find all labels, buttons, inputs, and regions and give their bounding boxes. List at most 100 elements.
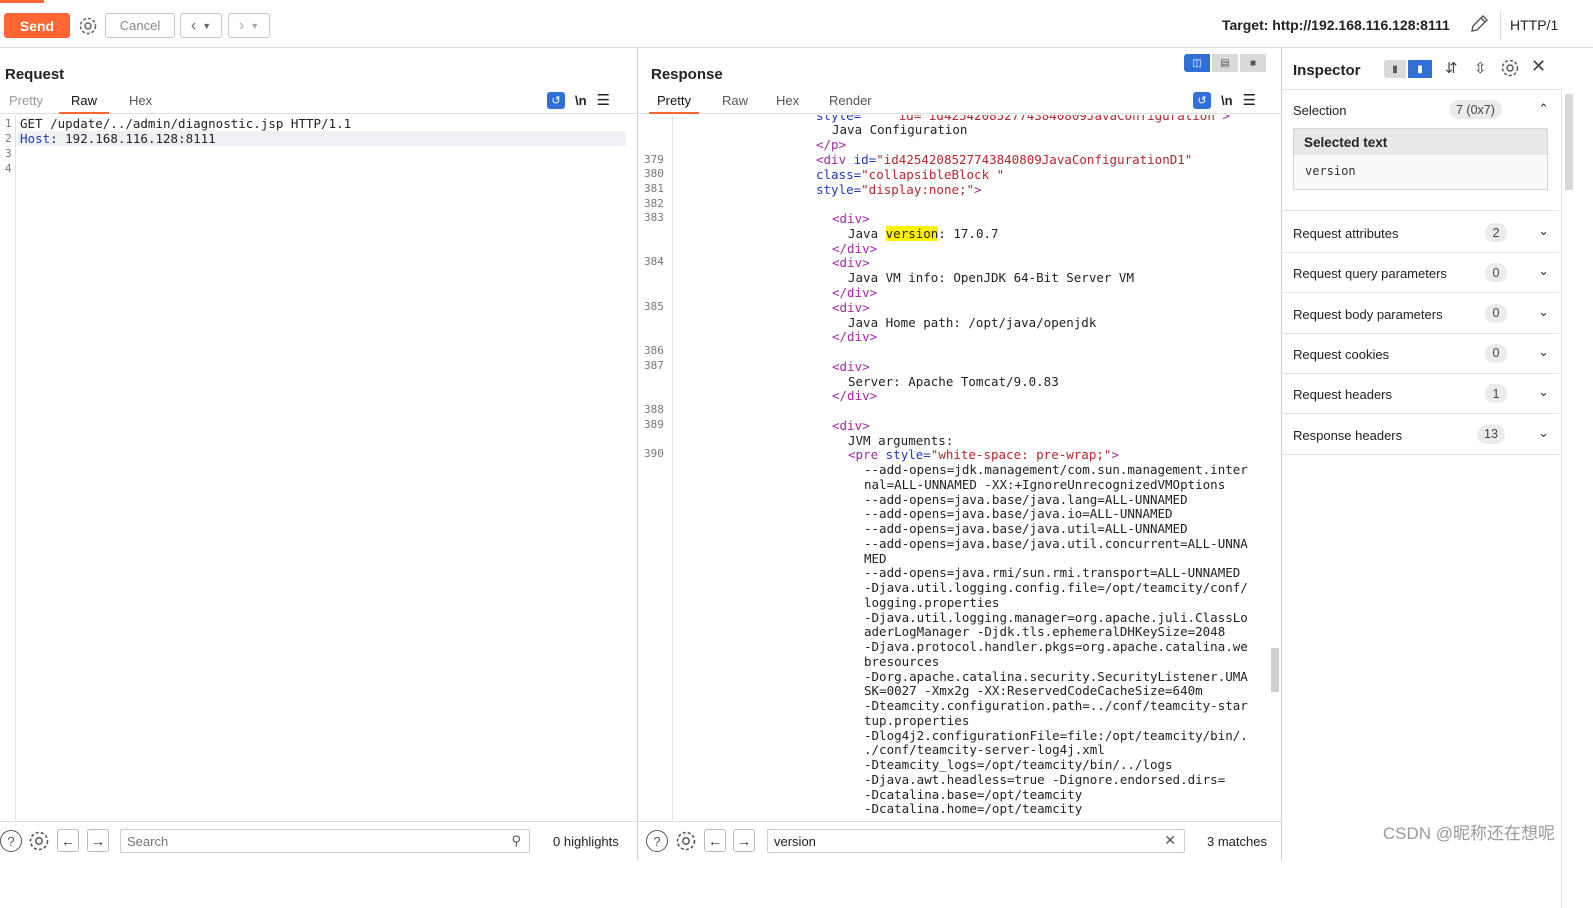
chevron-up-icon[interactable]: ⌃ xyxy=(1538,101,1549,117)
response-search-field[interactable]: ✕ xyxy=(767,829,1185,853)
code-line: --add-opens=java.base/java.util=ALL-UNNA… xyxy=(864,521,1188,536)
chevron-down-icon[interactable]: ⌄ xyxy=(1538,425,1549,441)
help-icon[interactable]: ? xyxy=(0,830,22,852)
section-count-badge: 13 xyxy=(1477,425,1505,444)
clear-search-icon[interactable]: ✕ xyxy=(1164,832,1176,849)
tab-response-pretty[interactable]: Pretty xyxy=(649,93,699,114)
request-search-input[interactable] xyxy=(121,830,529,852)
layout-left-icon[interactable]: ▮ xyxy=(1384,60,1406,78)
search-settings-gear-icon[interactable] xyxy=(674,829,698,853)
inspector-scrollbar-thumb[interactable] xyxy=(1565,94,1573,190)
response-search-bar: ? ← → ✕ 3 matches xyxy=(639,821,1281,860)
watermark: CSDN @昵称还在想呢 xyxy=(1383,819,1555,844)
inspector-section-row[interactable]: Request attributes2⌄ xyxy=(1283,213,1559,253)
matches-count: 3 matches xyxy=(1207,834,1267,849)
section-label: Request cookies xyxy=(1293,347,1389,362)
forward-history-button[interactable]: › ▼ xyxy=(228,13,270,38)
line-number: 383 xyxy=(644,211,664,224)
code-line: ./conf/teamcity-server-log4j.xml xyxy=(864,742,1105,757)
code-line: bresources xyxy=(864,654,939,669)
previous-match-arrow-icon[interactable]: ← xyxy=(704,829,726,852)
help-icon[interactable]: ? xyxy=(646,830,668,852)
line-number: 380 xyxy=(644,167,664,180)
code-line: <div> xyxy=(832,418,870,433)
chevron-down-icon[interactable]: ⌄ xyxy=(1538,263,1549,279)
selection-label[interactable]: Selection xyxy=(1293,103,1346,118)
selected-text-box: Selected text version xyxy=(1293,128,1548,190)
layout-right-icon[interactable]: ▮ xyxy=(1408,60,1432,78)
tab-response-hex[interactable]: Hex xyxy=(772,93,803,114)
host-header-line: Host: 192.168.116.128:8111 xyxy=(20,131,216,146)
inspector-section-row[interactable]: Request cookies0⌄ xyxy=(1283,334,1559,374)
code-line: </div> xyxy=(832,329,877,344)
vertical-scrollbar-thumb[interactable] xyxy=(1271,648,1279,692)
inspector-layout-toggle[interactable]: ▮ ▮ xyxy=(1384,60,1434,78)
selected-text-value[interactable]: version xyxy=(1294,155,1547,187)
inspector-section-row[interactable]: Request headers1⌄ xyxy=(1283,374,1559,414)
previous-match-arrow-icon[interactable]: ← xyxy=(57,829,79,852)
tab-request-pretty[interactable]: Pretty xyxy=(5,93,47,114)
menu-icon[interactable]: ☰ xyxy=(1243,91,1256,109)
code-line: <div> xyxy=(832,359,870,374)
search-match-highlight: version xyxy=(886,226,939,241)
layout-toggle[interactable]: ◫ ▤ ■ xyxy=(1184,54,1268,72)
response-search-input[interactable] xyxy=(768,830,1184,852)
line-number: 389 xyxy=(644,418,664,431)
chevron-left-icon: ‹ xyxy=(191,17,196,35)
wrap-lines-icon[interactable]: ↺ xyxy=(1193,92,1211,109)
settings-gear-icon[interactable] xyxy=(76,13,100,38)
response-editor[interactable]: 379380381382383384385386387388389390 sty… xyxy=(639,115,1271,821)
active-tab-indicator xyxy=(0,0,44,3)
request-line: GET /update/../admin/diagnostic.jsp HTTP… xyxy=(20,116,351,131)
newline-toggle-icon[interactable]: \n xyxy=(1221,93,1233,108)
section-label: Request headers xyxy=(1293,387,1392,402)
line-number: 381 xyxy=(644,182,664,195)
close-icon[interactable]: ✕ xyxy=(1531,56,1546,77)
split-vertical-icon[interactable]: ▤ xyxy=(1212,54,1238,72)
code-line: nal=ALL-UNNAMED -XX:+IgnoreUnrecognizedV… xyxy=(864,477,1225,492)
search-settings-gear-icon[interactable] xyxy=(27,829,51,853)
inspector-section-row[interactable]: Request body parameters 0 ⌄ xyxy=(1283,294,1559,334)
section-count-badge: 2 xyxy=(1485,223,1507,242)
wrap-lines-icon[interactable]: ↺ xyxy=(547,92,565,109)
next-match-arrow-icon[interactable]: → xyxy=(733,829,755,852)
code-line: --add-opens=java.base/java.io=ALL-UNNAME… xyxy=(864,506,1173,521)
code-line: <div> xyxy=(832,255,870,270)
code-line: Java VM info: OpenJDK 64-Bit Server VM xyxy=(848,270,1134,285)
tab-request-raw[interactable]: Raw xyxy=(59,93,109,114)
cancel-button[interactable]: Cancel xyxy=(105,13,175,38)
tab-response-raw[interactable]: Raw xyxy=(718,93,752,114)
request-editor[interactable]: 1 2 3 4 GET /update/../admin/diagnostic.… xyxy=(0,115,637,821)
tab-request-hex[interactable]: Hex xyxy=(125,93,156,114)
tab-response-render[interactable]: Render xyxy=(825,93,876,114)
request-pane: Request Pretty Raw Hex ↺ \n ☰ 1 2 3 4 GE… xyxy=(0,48,638,860)
request-search-field[interactable]: ⚲ xyxy=(120,829,530,853)
chevron-down-icon[interactable]: ⌄ xyxy=(1538,344,1549,360)
inspector-settings-gear-icon[interactable] xyxy=(1500,58,1520,78)
next-match-arrow-icon[interactable]: → xyxy=(87,829,109,852)
chevron-down-icon[interactable]: ⌄ xyxy=(1538,223,1549,239)
inspector-pane: Inspector ▮ ▮ ⇵ ⇳ ✕ Selection 7 (0x7) ⌃ … xyxy=(1283,48,1593,860)
section-label: Request body parameters xyxy=(1293,307,1443,322)
menu-icon[interactable]: ☰ xyxy=(597,91,610,109)
code-line: -Djava.protocol.handler.pkgs=org.apache.… xyxy=(864,639,1248,654)
edit-target-pencil-icon[interactable] xyxy=(1468,13,1490,35)
inspector-section-row[interactable]: Request query parameters0⌄ xyxy=(1283,253,1559,293)
inspector-section-row[interactable]: Response headers13⌄ xyxy=(1283,415,1559,455)
newline-toggle-icon[interactable]: \n xyxy=(575,93,587,108)
line-number: 388 xyxy=(644,403,664,416)
send-button[interactable]: Send xyxy=(4,13,70,38)
line-number: 379 xyxy=(644,153,664,166)
http-version-selector[interactable]: HTTP/1 xyxy=(1510,17,1558,33)
chevron-down-icon[interactable]: ⌄ xyxy=(1538,384,1549,400)
code-line: -Djava.util.logging.manager=org.apache.j… xyxy=(864,610,1248,625)
single-pane-icon[interactable]: ■ xyxy=(1240,54,1266,72)
chevron-down-icon[interactable]: ⌄ xyxy=(1538,304,1549,320)
line-number: 1 xyxy=(5,117,12,130)
back-history-button[interactable]: ‹ ▼ xyxy=(180,13,222,38)
expand-all-icon[interactable]: ⇵ xyxy=(1445,59,1458,77)
split-horizontal-icon[interactable]: ◫ xyxy=(1184,54,1210,72)
collapse-all-icon[interactable]: ⇳ xyxy=(1474,59,1487,77)
code-line: --add-opens=java.base/java.util.concurre… xyxy=(864,536,1248,551)
section-count-badge: 0 xyxy=(1485,304,1507,323)
